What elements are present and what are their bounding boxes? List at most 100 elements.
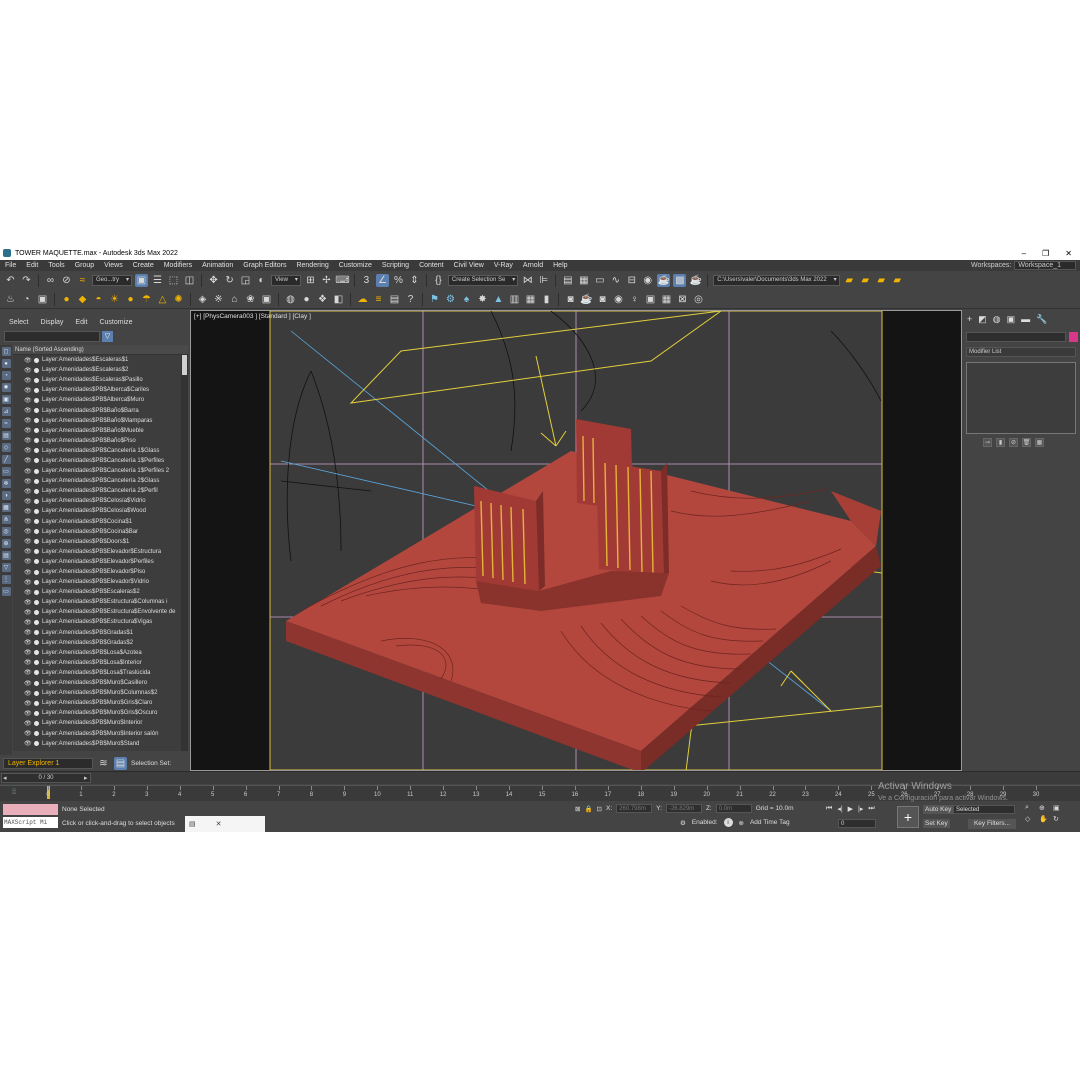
create-tab-icon[interactable]: + [967,314,972,325]
redo-icon[interactable]: ↷ [20,274,33,287]
snaps-3d-icon[interactable]: 3 [360,274,373,287]
layer-row[interactable]: 👁 Layer:Amenidades$Escaleras$2 [13,365,188,375]
layer-toggle-icon[interactable]: ▤ [1,551,11,560]
display-xrefs-icon[interactable]: ◇ [1,443,11,452]
layer-dot-icon[interactable] [34,670,39,676]
scene-explorer-icon[interactable]: ▤ [561,274,574,287]
layer-row[interactable]: 👁 Layer:Amenidades$PB$Alberca$Muro [13,395,188,405]
rendered-frame-icon[interactable]: ▩ [673,274,687,287]
visibility-eye-icon[interactable]: 👁 [24,538,32,545]
visibility-eye-icon[interactable]: 👁 [24,427,32,434]
move-icon[interactable]: ✥ [207,274,220,287]
visibility-eye-icon[interactable]: 👁 [24,387,32,394]
layer-row[interactable]: 👁 Layer:Amenidades$PB$Baño$Mueble [13,426,188,436]
next-frame-arrow-icon[interactable]: ▸ [84,774,88,782]
close-button[interactable]: ✕ [1065,249,1072,258]
vray-interactive-icon[interactable]: ◔ [20,293,33,306]
layer-dot-icon[interactable] [34,529,39,535]
layer-dot-icon[interactable] [34,680,39,686]
play-icon[interactable]: ▶ [848,805,853,813]
layer-dot-icon[interactable] [34,539,39,545]
project-path-dropdown[interactable]: C:\Users\valer\Documents\3ds Max 2022 [713,275,840,286]
menu-vray[interactable]: V-Ray [489,262,518,269]
x-coordinate-field[interactable]: 260.798m [616,804,653,813]
display-bones-icon[interactable]: ╱ [1,455,11,464]
visibility-eye-icon[interactable]: 👁 [24,599,32,606]
display-hidden-icon[interactable]: ◑ [1,491,11,500]
visibility-eye-icon[interactable]: 👁 [24,377,32,384]
visibility-eye-icon[interactable]: 👁 [24,457,32,464]
schematic-view-icon[interactable]: ⊟ [625,274,638,287]
render-last-icon[interactable]: ◉ [612,293,625,306]
keyboard-shortcut-icon[interactable]: ⌨ [335,274,349,287]
display-groups-icon[interactable]: ▤ [1,431,11,440]
barrier-icon[interactable]: ▦ [524,293,537,306]
layer-dot-icon[interactable] [34,357,39,363]
visibility-eye-icon[interactable]: 👁 [24,417,32,424]
angle-snap-icon[interactable]: ∠ [375,274,389,287]
layer-dot-icon[interactable] [34,619,39,625]
menu-animation[interactable]: Animation [197,262,238,269]
vray-sun-icon[interactable]: ☀ [108,293,121,306]
visibility-eye-icon[interactable]: 👁 [24,659,32,666]
render-icon[interactable]: ☕ [689,274,702,287]
object-name-field[interactable] [966,332,1066,342]
layer-row[interactable]: 👁 Layer:Amenidades$PB$Losa$Interior [13,658,188,668]
vray-mtl-icon[interactable]: ● [300,293,313,306]
layer-add-icon[interactable]: ▭ [1,587,11,596]
vray-decal-icon[interactable]: ▣ [260,293,273,306]
layer-dot-icon[interactable] [34,609,39,615]
layer-dot-icon[interactable] [34,468,39,474]
vray-ambient-icon[interactable]: △ [156,293,169,306]
vray-light-icon[interactable]: ● [60,293,73,306]
visibility-eye-icon[interactable]: 👁 [24,579,32,586]
menu-content[interactable]: Content [414,262,449,269]
vehicle-icon[interactable]: ⚙ [444,293,457,306]
layer-row[interactable]: 👁 Layer:Amenidades$PB$Estructura$Columnas… [13,597,188,607]
visibility-eye-icon[interactable]: 👁 [24,609,32,616]
layer-row[interactable]: 👁 Layer:Amenidades$PB$Muro$Interior salón [13,728,188,738]
layer-dot-icon[interactable] [34,660,39,666]
menu-modifiers[interactable]: Modifiers [159,262,197,269]
layer-row[interactable]: 👁 Layer:Amenidades$PB$Alberca$Cariles [13,385,188,395]
visibility-eye-icon[interactable]: 👁 [24,619,32,626]
layer-row[interactable]: 👁 Layer:Amenidades$PB$Elevador$Estructura [13,547,188,557]
layer-dot-icon[interactable] [34,640,39,646]
time-tag-icon[interactable]: ⊗ [739,819,744,827]
select-by-name-icon[interactable]: ☰ [151,274,164,287]
vray-fur-icon[interactable]: ※ [212,293,225,306]
layer-dot-icon[interactable] [34,387,39,393]
lock-icon[interactable]: 🔒 [584,805,592,813]
layer-row[interactable]: 👁 Layer:Amenidades$PB$Cancelería 1$Perfil… [13,456,188,466]
layer-dot-icon[interactable] [34,630,39,636]
go-to-end-icon[interactable]: ⏭ [868,805,874,813]
modify-tab-icon[interactable]: ◩ [978,314,987,325]
visibility-eye-icon[interactable]: 👁 [24,558,32,565]
layer-dot-icon[interactable] [34,741,39,747]
visibility-eye-icon[interactable]: 👁 [24,548,32,555]
field-of-view-icon[interactable]: ◇ [1025,815,1036,823]
layer-dot-icon[interactable] [34,508,39,514]
layer-dot-icon[interactable] [34,367,39,373]
visibility-eye-icon[interactable]: 👁 [24,437,32,444]
menu-civil-view[interactable]: Civil View [449,262,489,269]
visibility-eye-icon[interactable]: 👁 [24,700,32,707]
layer-row[interactable]: 👁 Layer:Amenidades$PB$Muro$Stand [13,739,188,749]
layer-row[interactable]: 👁 Layer:Amenidades$PB$Gradas$1 [13,628,188,638]
layer-row[interactable]: 👁 Layer:Amenidades$PB$Cancelería 2$Glass [13,476,188,486]
layer-dot-icon[interactable] [34,559,39,565]
close-preview-icon[interactable]: ✕ [216,820,222,828]
layer-row[interactable]: 👁 Layer:Amenidades$PB$Baño$Piso [13,436,188,446]
signs-icon[interactable]: ▥ [508,293,521,306]
vray-material-icon[interactable]: ◍ [284,293,297,306]
layer-dot-icon[interactable] [34,710,39,716]
arnold-render-icon[interactable]: ▤ [388,293,401,306]
visibility-eye-icon[interactable]: 👁 [24,468,32,475]
light-icon[interactable]: ✸ [476,293,489,306]
tree-conifer-icon[interactable]: ▲ [492,293,505,306]
tab-edit[interactable]: Edit [75,319,87,326]
menu-tools[interactable]: Tools [43,262,69,269]
visibility-eye-icon[interactable]: 👁 [24,528,32,535]
adaptive-degradation-icon[interactable]: ⚙ [680,819,686,827]
bollard-icon[interactable]: ▮ [540,293,553,306]
